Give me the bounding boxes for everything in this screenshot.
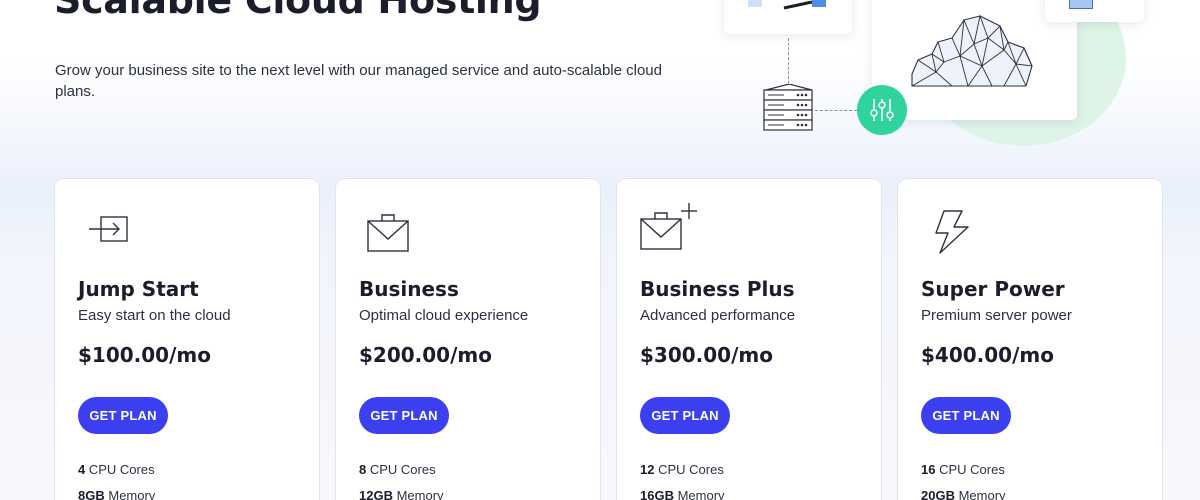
- spec-value: 12: [640, 462, 655, 477]
- spec-value: 8: [359, 462, 367, 477]
- server-icon: [763, 84, 813, 131]
- spec-cpu: 12 CPU Cores: [640, 462, 724, 477]
- settings-badge: [857, 85, 907, 135]
- spec-memory: 20GB Memory: [921, 488, 1006, 500]
- plan-name: Business: [359, 277, 459, 301]
- get-plan-button[interactable]: GET PLAN: [78, 397, 168, 434]
- spec-label: CPU Cores: [369, 462, 436, 477]
- spec-label: Memory: [108, 488, 156, 500]
- spec-label: Memory: [958, 488, 1006, 500]
- connector-line: [788, 38, 789, 84]
- sliders-icon: [870, 99, 894, 121]
- connector-line: [815, 110, 857, 111]
- spec-memory: 16GB Memory: [640, 488, 725, 500]
- spec-value: 8GB: [78, 488, 105, 500]
- plan-price: $300.00/mo: [640, 343, 773, 367]
- spec-memory: 12GB Memory: [359, 488, 444, 500]
- get-plan-button[interactable]: GET PLAN: [640, 397, 730, 434]
- plan-name: Jump Start: [78, 277, 199, 301]
- illustration-block: [748, 0, 762, 7]
- spec-value: 16GB: [640, 488, 674, 500]
- illustration-block: [1069, 0, 1093, 9]
- spec-value: 16: [921, 462, 936, 477]
- plan-name: Business Plus: [640, 277, 795, 301]
- plan-price: $200.00/mo: [359, 343, 492, 367]
- plan-name: Super Power: [921, 277, 1065, 301]
- cloud-icon: [911, 14, 1033, 87]
- plan-description: Optimal cloud experience: [359, 307, 529, 324]
- plan-description: Easy start on the cloud: [78, 307, 231, 324]
- briefcase-envelope-icon: [367, 214, 409, 252]
- spec-value: 12GB: [359, 488, 393, 500]
- spec-label: CPU Cores: [939, 462, 1005, 477]
- lightning-icon: [935, 210, 969, 254]
- get-plan-button[interactable]: GET PLAN: [921, 397, 1011, 434]
- plan-description: Premium server power: [921, 307, 1072, 324]
- spec-cpu: 4 CPU Cores: [78, 462, 155, 477]
- illustration-block: [812, 0, 826, 7]
- spec-value: 20GB: [921, 488, 955, 500]
- spec-label: CPU Cores: [658, 462, 724, 477]
- spec-cpu: 16 CPU Cores: [921, 462, 1005, 477]
- spec-memory: 8GB Memory: [78, 488, 155, 500]
- plan-card-jump-start: Jump Start Easy start on the cloud $100.…: [54, 178, 320, 500]
- plan-price: $400.00/mo: [921, 343, 1054, 367]
- plan-price: $100.00/mo: [78, 343, 211, 367]
- pen-icon: [783, 0, 813, 10]
- briefcase-plus-icon: [640, 203, 697, 250]
- spec-value: 4: [78, 462, 86, 477]
- get-plan-button[interactable]: GET PLAN: [359, 397, 449, 434]
- spec-cpu: 8 CPU Cores: [359, 462, 436, 477]
- hero-subtitle: Grow your business site to the next leve…: [55, 62, 662, 100]
- illustration-card: [1045, 0, 1144, 22]
- page-title: Scalable Cloud Hosting: [54, 0, 542, 22]
- plan-description: Advanced performance: [640, 307, 796, 324]
- spec-label: Memory: [677, 488, 725, 500]
- plan-card-business-plus: Business Plus Advanced performance $300.…: [616, 178, 882, 500]
- plan-card-business: Business Optimal cloud experience $200.0…: [335, 178, 601, 500]
- spec-label: CPU Cores: [88, 462, 155, 477]
- spec-label: Memory: [396, 488, 444, 500]
- pricing-plans: Jump Start Easy start on the cloud $100.…: [54, 178, 1164, 500]
- enter-arrow-icon: [89, 216, 128, 242]
- plan-card-super-power: Super Power Premium server power $400.00…: [897, 178, 1163, 500]
